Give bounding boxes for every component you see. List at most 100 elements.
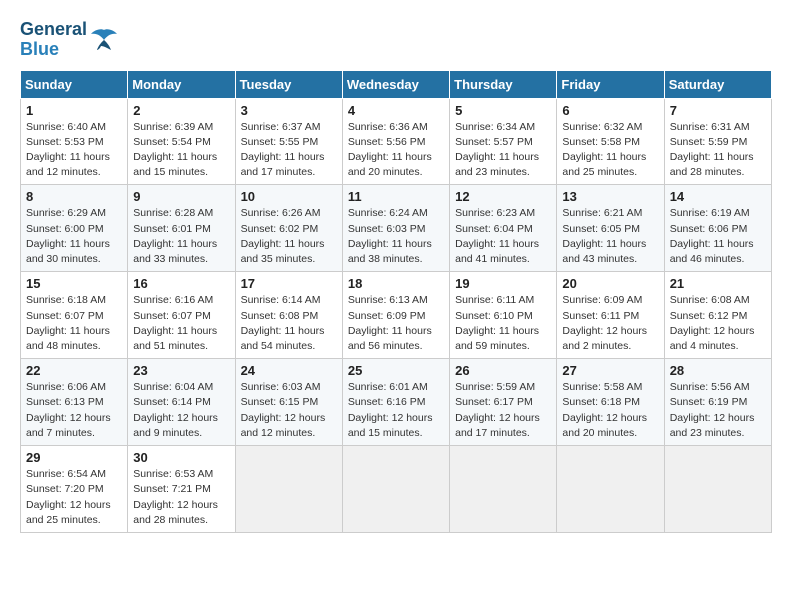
day-number: 7 [670,103,766,118]
day-info: Sunrise: 5:58 AMSunset: 6:18 PMDaylight:… [562,380,658,441]
day-number: 11 [348,189,444,204]
calendar-cell: 3 Sunrise: 6:37 AMSunset: 5:55 PMDaylight… [235,98,342,185]
day-info: Sunrise: 6:06 AMSunset: 6:13 PMDaylight:… [26,380,122,441]
calendar-cell: 4 Sunrise: 6:36 AMSunset: 5:56 PMDaylight… [342,98,449,185]
calendar-cell [342,446,449,533]
col-header-saturday: Saturday [664,70,771,98]
day-number: 19 [455,276,551,291]
calendar-cell: 20 Sunrise: 6:09 AMSunset: 6:11 PMDayligh… [557,272,664,359]
calendar-cell: 25 Sunrise: 6:01 AMSunset: 6:16 PMDayligh… [342,359,449,446]
day-number: 28 [670,363,766,378]
day-number: 17 [241,276,337,291]
day-info: Sunrise: 6:40 AMSunset: 5:53 PMDaylight:… [26,120,122,181]
day-number: 3 [241,103,337,118]
calendar-table: SundayMondayTuesdayWednesdayThursdayFrid… [20,70,772,533]
calendar-cell: 19 Sunrise: 6:11 AMSunset: 6:10 PMDayligh… [450,272,557,359]
calendar-cell: 27 Sunrise: 5:58 AMSunset: 6:18 PMDayligh… [557,359,664,446]
day-number: 30 [133,450,229,465]
day-info: Sunrise: 5:56 AMSunset: 6:19 PMDaylight:… [670,380,766,441]
col-header-friday: Friday [557,70,664,98]
calendar-cell: 5 Sunrise: 6:34 AMSunset: 5:57 PMDaylight… [450,98,557,185]
calendar-cell: 13 Sunrise: 6:21 AMSunset: 6:05 PMDayligh… [557,185,664,272]
logo-bird-icon [89,28,119,52]
calendar-cell: 23 Sunrise: 6:04 AMSunset: 6:14 PMDayligh… [128,359,235,446]
day-number: 26 [455,363,551,378]
calendar-cell: 30 Sunrise: 6:53 AMSunset: 7:21 PMDayligh… [128,446,235,533]
day-info: Sunrise: 6:39 AMSunset: 5:54 PMDaylight:… [133,120,229,181]
day-info: Sunrise: 6:14 AMSunset: 6:08 PMDaylight:… [241,293,337,354]
calendar-cell: 11Sunrise: 6:24 AMSunset: 6:03 PMDayligh… [342,185,449,272]
calendar-cell [557,446,664,533]
day-number: 1 [26,103,122,118]
day-number: 22 [26,363,122,378]
day-info: Sunrise: 6:11 AMSunset: 6:10 PMDaylight:… [455,293,551,354]
day-info: Sunrise: 6:08 AMSunset: 6:12 PMDaylight:… [670,293,766,354]
day-info: Sunrise: 6:13 AMSunset: 6:09 PMDaylight:… [348,293,444,354]
day-number: 2 [133,103,229,118]
day-info: Sunrise: 6:03 AMSunset: 6:15 PMDaylight:… [241,380,337,441]
day-info: Sunrise: 6:04 AMSunset: 6:14 PMDaylight:… [133,380,229,441]
calendar-cell: 7 Sunrise: 6:31 AMSunset: 5:59 PMDaylight… [664,98,771,185]
day-info: Sunrise: 6:18 AMSunset: 6:07 PMDaylight:… [26,293,122,354]
day-number: 21 [670,276,766,291]
day-info: Sunrise: 6:23 AMSunset: 6:04 PMDaylight:… [455,206,551,267]
day-info: Sunrise: 6:31 AMSunset: 5:59 PMDaylight:… [670,120,766,181]
day-info: Sunrise: 6:26 AMSunset: 6:02 PMDaylight:… [241,206,337,267]
day-number: 10 [241,189,337,204]
day-number: 20 [562,276,658,291]
calendar-cell: 8Sunrise: 6:29 AMSunset: 6:00 PMDaylight… [21,185,128,272]
day-info: Sunrise: 6:09 AMSunset: 6:11 PMDaylight:… [562,293,658,354]
calendar-cell: 28 Sunrise: 5:56 AMSunset: 6:19 PMDayligh… [664,359,771,446]
calendar-cell: 18 Sunrise: 6:13 AMSunset: 6:09 PMDayligh… [342,272,449,359]
day-number: 15 [26,276,122,291]
calendar-cell [235,446,342,533]
col-header-monday: Monday [128,70,235,98]
day-number: 14 [670,189,766,204]
day-info: Sunrise: 6:36 AMSunset: 5:56 PMDaylight:… [348,120,444,181]
col-header-thursday: Thursday [450,70,557,98]
day-info: Sunrise: 6:19 AMSunset: 6:06 PMDaylight:… [670,206,766,267]
day-number: 18 [348,276,444,291]
calendar-cell: 21 Sunrise: 6:08 AMSunset: 6:12 PMDayligh… [664,272,771,359]
calendar-cell: 29 Sunrise: 6:54 AMSunset: 7:20 PMDayligh… [21,446,128,533]
calendar-cell: 22 Sunrise: 6:06 AMSunset: 6:13 PMDayligh… [21,359,128,446]
day-info: Sunrise: 6:16 AMSunset: 6:07 PMDaylight:… [133,293,229,354]
day-info: Sunrise: 6:53 AMSunset: 7:21 PMDaylight:… [133,467,229,528]
day-info: Sunrise: 6:01 AMSunset: 6:16 PMDaylight:… [348,380,444,441]
calendar-cell: 9 Sunrise: 6:28 AMSunset: 6:01 PMDaylight… [128,185,235,272]
day-number: 4 [348,103,444,118]
day-info: Sunrise: 6:32 AMSunset: 5:58 PMDaylight:… [562,120,658,181]
day-number: 29 [26,450,122,465]
day-number: 24 [241,363,337,378]
day-number: 5 [455,103,551,118]
calendar-cell: 1 Sunrise: 6:40 AMSunset: 5:53 PMDaylight… [21,98,128,185]
day-number: 25 [348,363,444,378]
day-number: 23 [133,363,229,378]
calendar-cell: 26 Sunrise: 5:59 AMSunset: 6:17 PMDayligh… [450,359,557,446]
day-info: Sunrise: 6:34 AMSunset: 5:57 PMDaylight:… [455,120,551,181]
calendar-cell: 6 Sunrise: 6:32 AMSunset: 5:58 PMDaylight… [557,98,664,185]
calendar-cell: 2 Sunrise: 6:39 AMSunset: 5:54 PMDaylight… [128,98,235,185]
calendar-cell: 14 Sunrise: 6:19 AMSunset: 6:06 PMDayligh… [664,185,771,272]
col-header-tuesday: Tuesday [235,70,342,98]
day-info: Sunrise: 5:59 AMSunset: 6:17 PMDaylight:… [455,380,551,441]
calendar-cell: 24 Sunrise: 6:03 AMSunset: 6:15 PMDayligh… [235,359,342,446]
calendar-cell: 17 Sunrise: 6:14 AMSunset: 6:08 PMDayligh… [235,272,342,359]
logo-general: General [20,20,87,40]
day-info: Sunrise: 6:54 AMSunset: 7:20 PMDaylight:… [26,467,122,528]
day-number: 9 [133,189,229,204]
col-header-sunday: Sunday [21,70,128,98]
day-number: 13 [562,189,658,204]
day-info: Sunrise: 6:28 AMSunset: 6:01 PMDaylight:… [133,206,229,267]
day-number: 6 [562,103,658,118]
calendar-cell [664,446,771,533]
company-logo: General Blue [20,20,119,60]
calendar-cell: 10 Sunrise: 6:26 AMSunset: 6:02 PMDayligh… [235,185,342,272]
day-info: Sunrise: 6:21 AMSunset: 6:05 PMDaylight:… [562,206,658,267]
day-number: 16 [133,276,229,291]
day-number: 12 [455,189,551,204]
day-info: Sunrise: 6:37 AMSunset: 5:55 PMDaylight:… [241,120,337,181]
day-info: Sunrise: 6:29 AMSunset: 6:00 PMDaylight:… [26,206,122,267]
calendar-cell: 12 Sunrise: 6:23 AMSunset: 6:04 PMDayligh… [450,185,557,272]
day-number: 27 [562,363,658,378]
